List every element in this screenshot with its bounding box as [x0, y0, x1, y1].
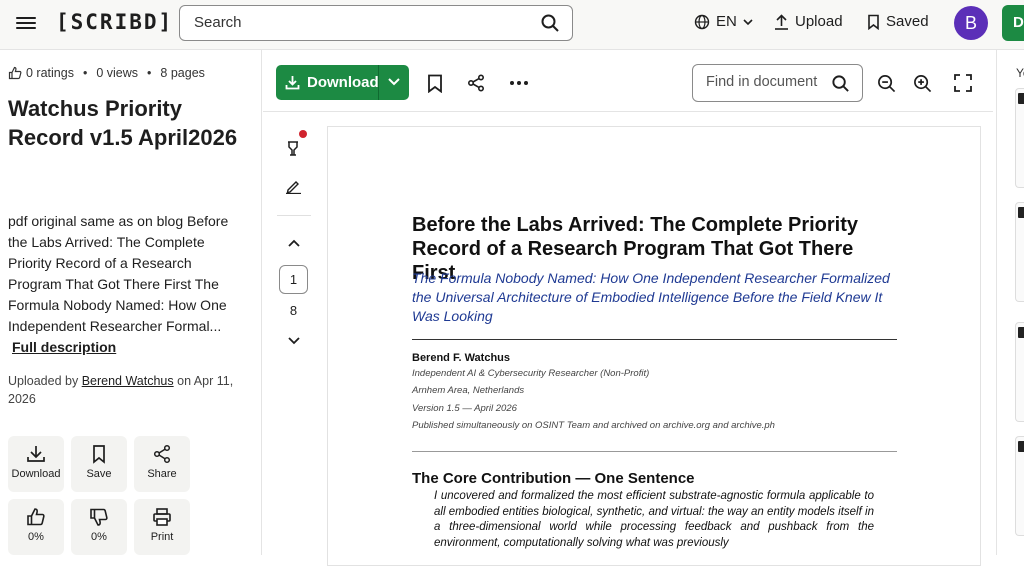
share-action-button[interactable]: Share [134, 436, 190, 492]
related-doc-card[interactable] [1015, 436, 1024, 536]
like-button[interactable]: 0% [8, 499, 64, 555]
save-action-button[interactable]: Save [71, 436, 127, 492]
save-action-label: Save [86, 468, 112, 480]
download-button[interactable]: Download [276, 65, 409, 100]
author-name: Berend F. Watchus [412, 352, 510, 364]
upload-label: Upload [795, 13, 843, 30]
share-icon[interactable] [467, 74, 485, 92]
notification-dot [299, 130, 307, 138]
zoom-out-icon[interactable] [877, 74, 896, 93]
bookmark-icon[interactable] [427, 74, 443, 93]
green-cta-button[interactable]: D [1002, 5, 1024, 41]
related-doc-card[interactable] [1015, 322, 1024, 422]
globe-icon [694, 14, 710, 29]
share-icon [153, 444, 171, 464]
download-action-label: Download [11, 468, 61, 480]
avatar[interactable]: B [954, 6, 988, 40]
related-doc-card[interactable] [1015, 202, 1024, 302]
print-button[interactable]: Print [134, 499, 190, 555]
pages-count: 8 pages [160, 66, 205, 80]
chevron-down-icon[interactable] [287, 336, 301, 346]
scribd-logo[interactable]: [SCRIBD] [56, 10, 173, 34]
current-page-input[interactable]: 1 [279, 265, 308, 294]
like-percent: 0% [28, 531, 44, 543]
document-info-panel: 0 ratings • 0 views • 8 pages Watchus Pr… [0, 50, 262, 555]
top-bar: [SCRIBD] EN Upload Saved B D [0, 0, 1024, 50]
section-heading: The Core Contribution — One Sentence [412, 470, 695, 487]
bookmark-icon [93, 445, 105, 464]
page-subtitle: The Formula Nobody Named: How One Indepe… [412, 270, 890, 324]
saved-button[interactable]: Saved [867, 13, 929, 30]
author-location: Arnhem Area, Netherlands [412, 385, 525, 396]
published-line: Published simultaneously on OSINT Team a… [412, 420, 775, 431]
author-affiliation: Independent AI & Cybersecurity Researche… [412, 368, 650, 379]
divider [412, 451, 897, 452]
thumbs-up-icon [27, 508, 45, 526]
divider [412, 339, 897, 340]
ratings-count: 0 ratings [26, 66, 74, 80]
thumbs-up-icon [8, 66, 22, 80]
zoom-in-icon[interactable] [913, 74, 932, 93]
search-box[interactable] [179, 5, 573, 41]
uploaded-by: Uploaded by Berend Watchus on Apr 11, 20… [8, 374, 234, 406]
find-in-document-box[interactable] [692, 64, 863, 102]
page-navigation-rail: 1 8 [263, 112, 325, 555]
download-label: Download [307, 74, 379, 91]
download-icon [27, 446, 45, 462]
full-description-link[interactable]: Full description [12, 339, 116, 355]
views-count: 0 views [96, 66, 139, 80]
bookmark-icon [868, 14, 879, 30]
related-doc-card[interactable] [1015, 88, 1024, 188]
print-label: Print [150, 531, 174, 543]
menu-icon[interactable] [16, 14, 36, 32]
total-pages: 8 [289, 303, 298, 318]
upload-button[interactable]: Upload [774, 13, 843, 30]
download-icon [285, 76, 300, 90]
upload-icon [775, 13, 788, 30]
language-label: EN [716, 13, 737, 30]
dislike-percent: 0% [91, 531, 107, 543]
saved-label: Saved [886, 13, 929, 30]
annotate-pencil-icon[interactable] [285, 179, 302, 194]
search-icon[interactable] [831, 74, 850, 93]
dislike-button[interactable]: 0% [71, 499, 127, 555]
uploader-link[interactable]: Berend Watchus [82, 374, 174, 388]
search-input[interactable] [194, 14, 514, 31]
language-selector[interactable]: EN [694, 13, 753, 30]
ai-summary-icon[interactable] [285, 140, 301, 157]
related-label: Yo [1016, 66, 1024, 80]
related-documents-strip: Yo [996, 50, 1024, 555]
fullscreen-icon[interactable] [954, 74, 972, 92]
chevron-down-icon [743, 18, 753, 25]
version-line: Version 1.5 — April 2026 [412, 403, 517, 414]
document-meta: 0 ratings • 0 views • 8 pages [8, 66, 205, 80]
chevron-up-icon[interactable] [287, 238, 301, 248]
share-action-label: Share [147, 468, 177, 480]
more-options-icon[interactable] [509, 80, 529, 86]
document-page: Before the Labs Arrived: The Complete Pr… [327, 126, 981, 566]
section-body: I uncovered and formalized the most effi… [434, 490, 874, 549]
download-action-button[interactable]: Download [8, 436, 64, 492]
chevron-down-icon[interactable] [387, 76, 401, 88]
document-toolbar: Download [263, 50, 993, 112]
document-description: pdf original same as on blog Before the … [8, 213, 229, 334]
find-in-document-input[interactable] [706, 74, 826, 90]
document-title: Watchus Priority Record v1.5 April2026 [8, 96, 238, 150]
printer-icon [153, 508, 171, 526]
search-icon[interactable] [540, 13, 560, 33]
thumbs-down-icon [90, 508, 108, 526]
